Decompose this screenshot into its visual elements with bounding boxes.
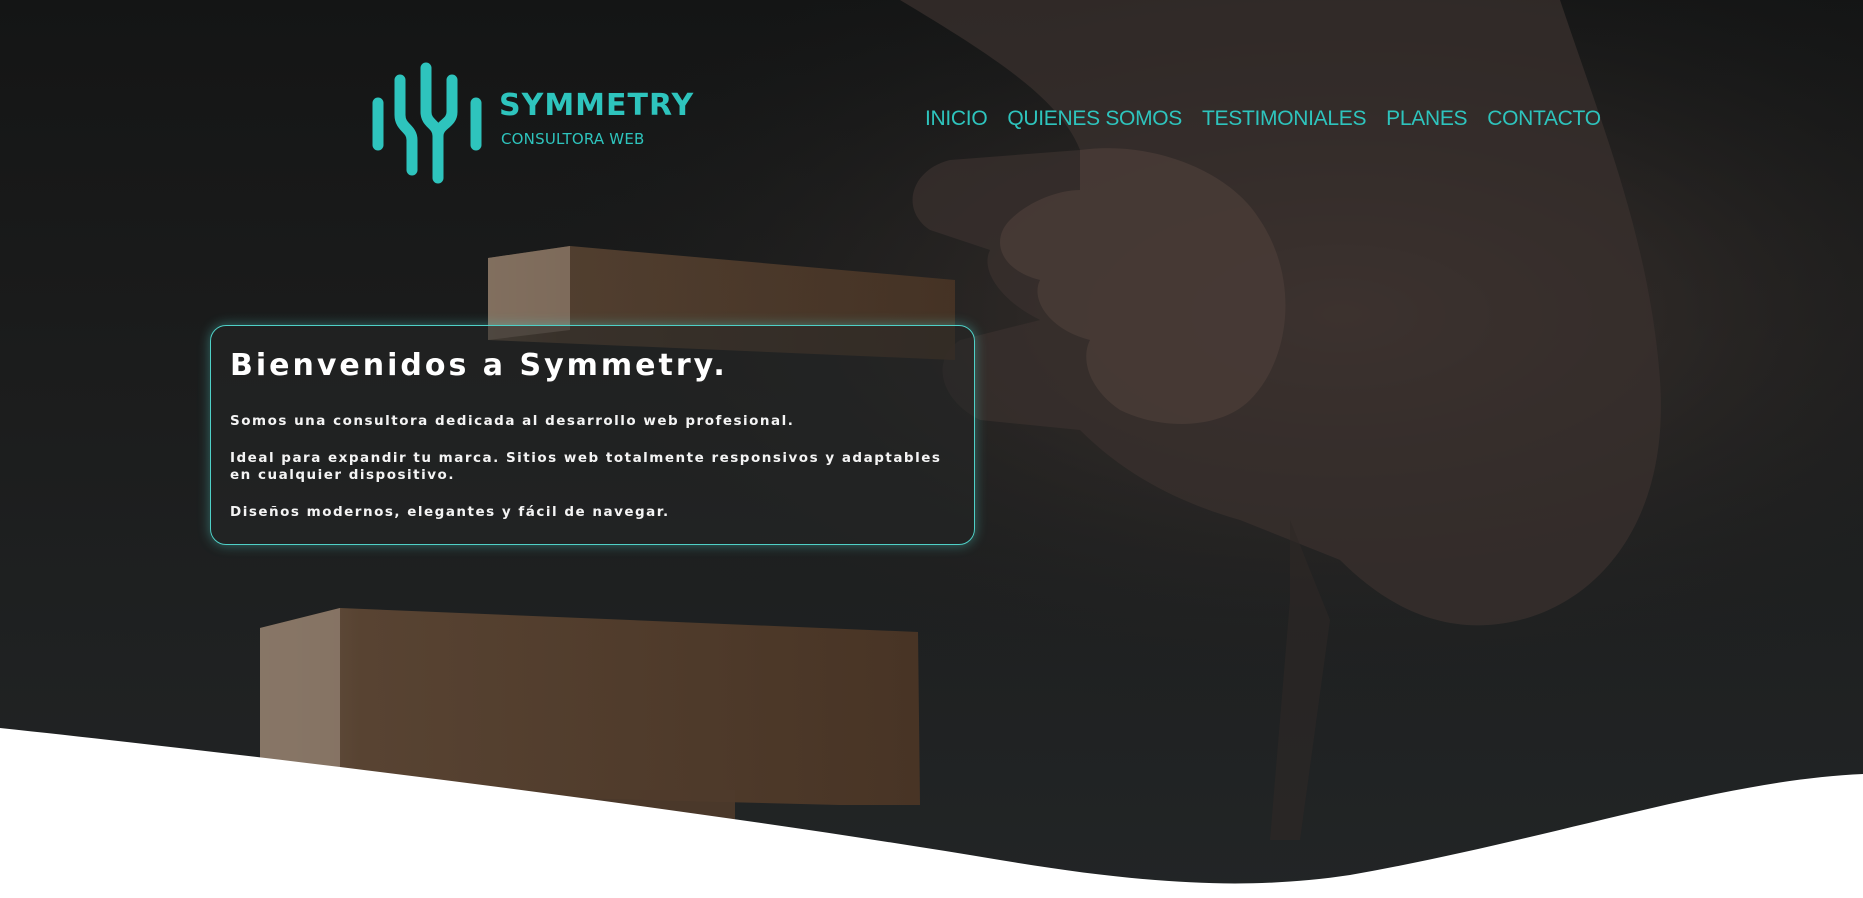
wave-divider — [0, 728, 1863, 898]
brand-logo[interactable]: SYMMETRY CONSULTORA WEB — [372, 60, 693, 185]
main-nav: INICIO QUIENES SOMOS TESTIMONIALES PLANE… — [925, 107, 1601, 131]
nav-item-inicio[interactable]: INICIO — [925, 107, 988, 131]
brand-tagline: CONSULTORA WEB — [501, 130, 645, 148]
hero-section: SYMMETRY CONSULTORA WEB INICIO QUIENES S… — [0, 0, 1863, 898]
nav-item-contacto[interactable]: CONTACTO — [1487, 107, 1601, 131]
symmetry-logo-icon — [372, 62, 482, 184]
nav-item-planes[interactable]: PLANES — [1386, 107, 1467, 131]
welcome-paragraph-1: Somos una consultora dedicada al desarro… — [230, 413, 795, 429]
nav-item-testimoniales[interactable]: TESTIMONIALES — [1202, 107, 1366, 131]
welcome-paragraph-2: Ideal para expandir tu marca. Sitios web… — [230, 450, 942, 483]
welcome-card: Bienvenidos a Symmetry. Somos una consul… — [210, 325, 975, 545]
welcome-paragraph-3: Diseños modernos, elegantes y fácil de n… — [230, 504, 670, 520]
welcome-title: Bienvenidos a Symmetry. — [230, 348, 728, 383]
brand-name: SYMMETRY — [499, 88, 695, 123]
nav-item-quienes-somos[interactable]: QUIENES SOMOS — [1007, 107, 1182, 131]
